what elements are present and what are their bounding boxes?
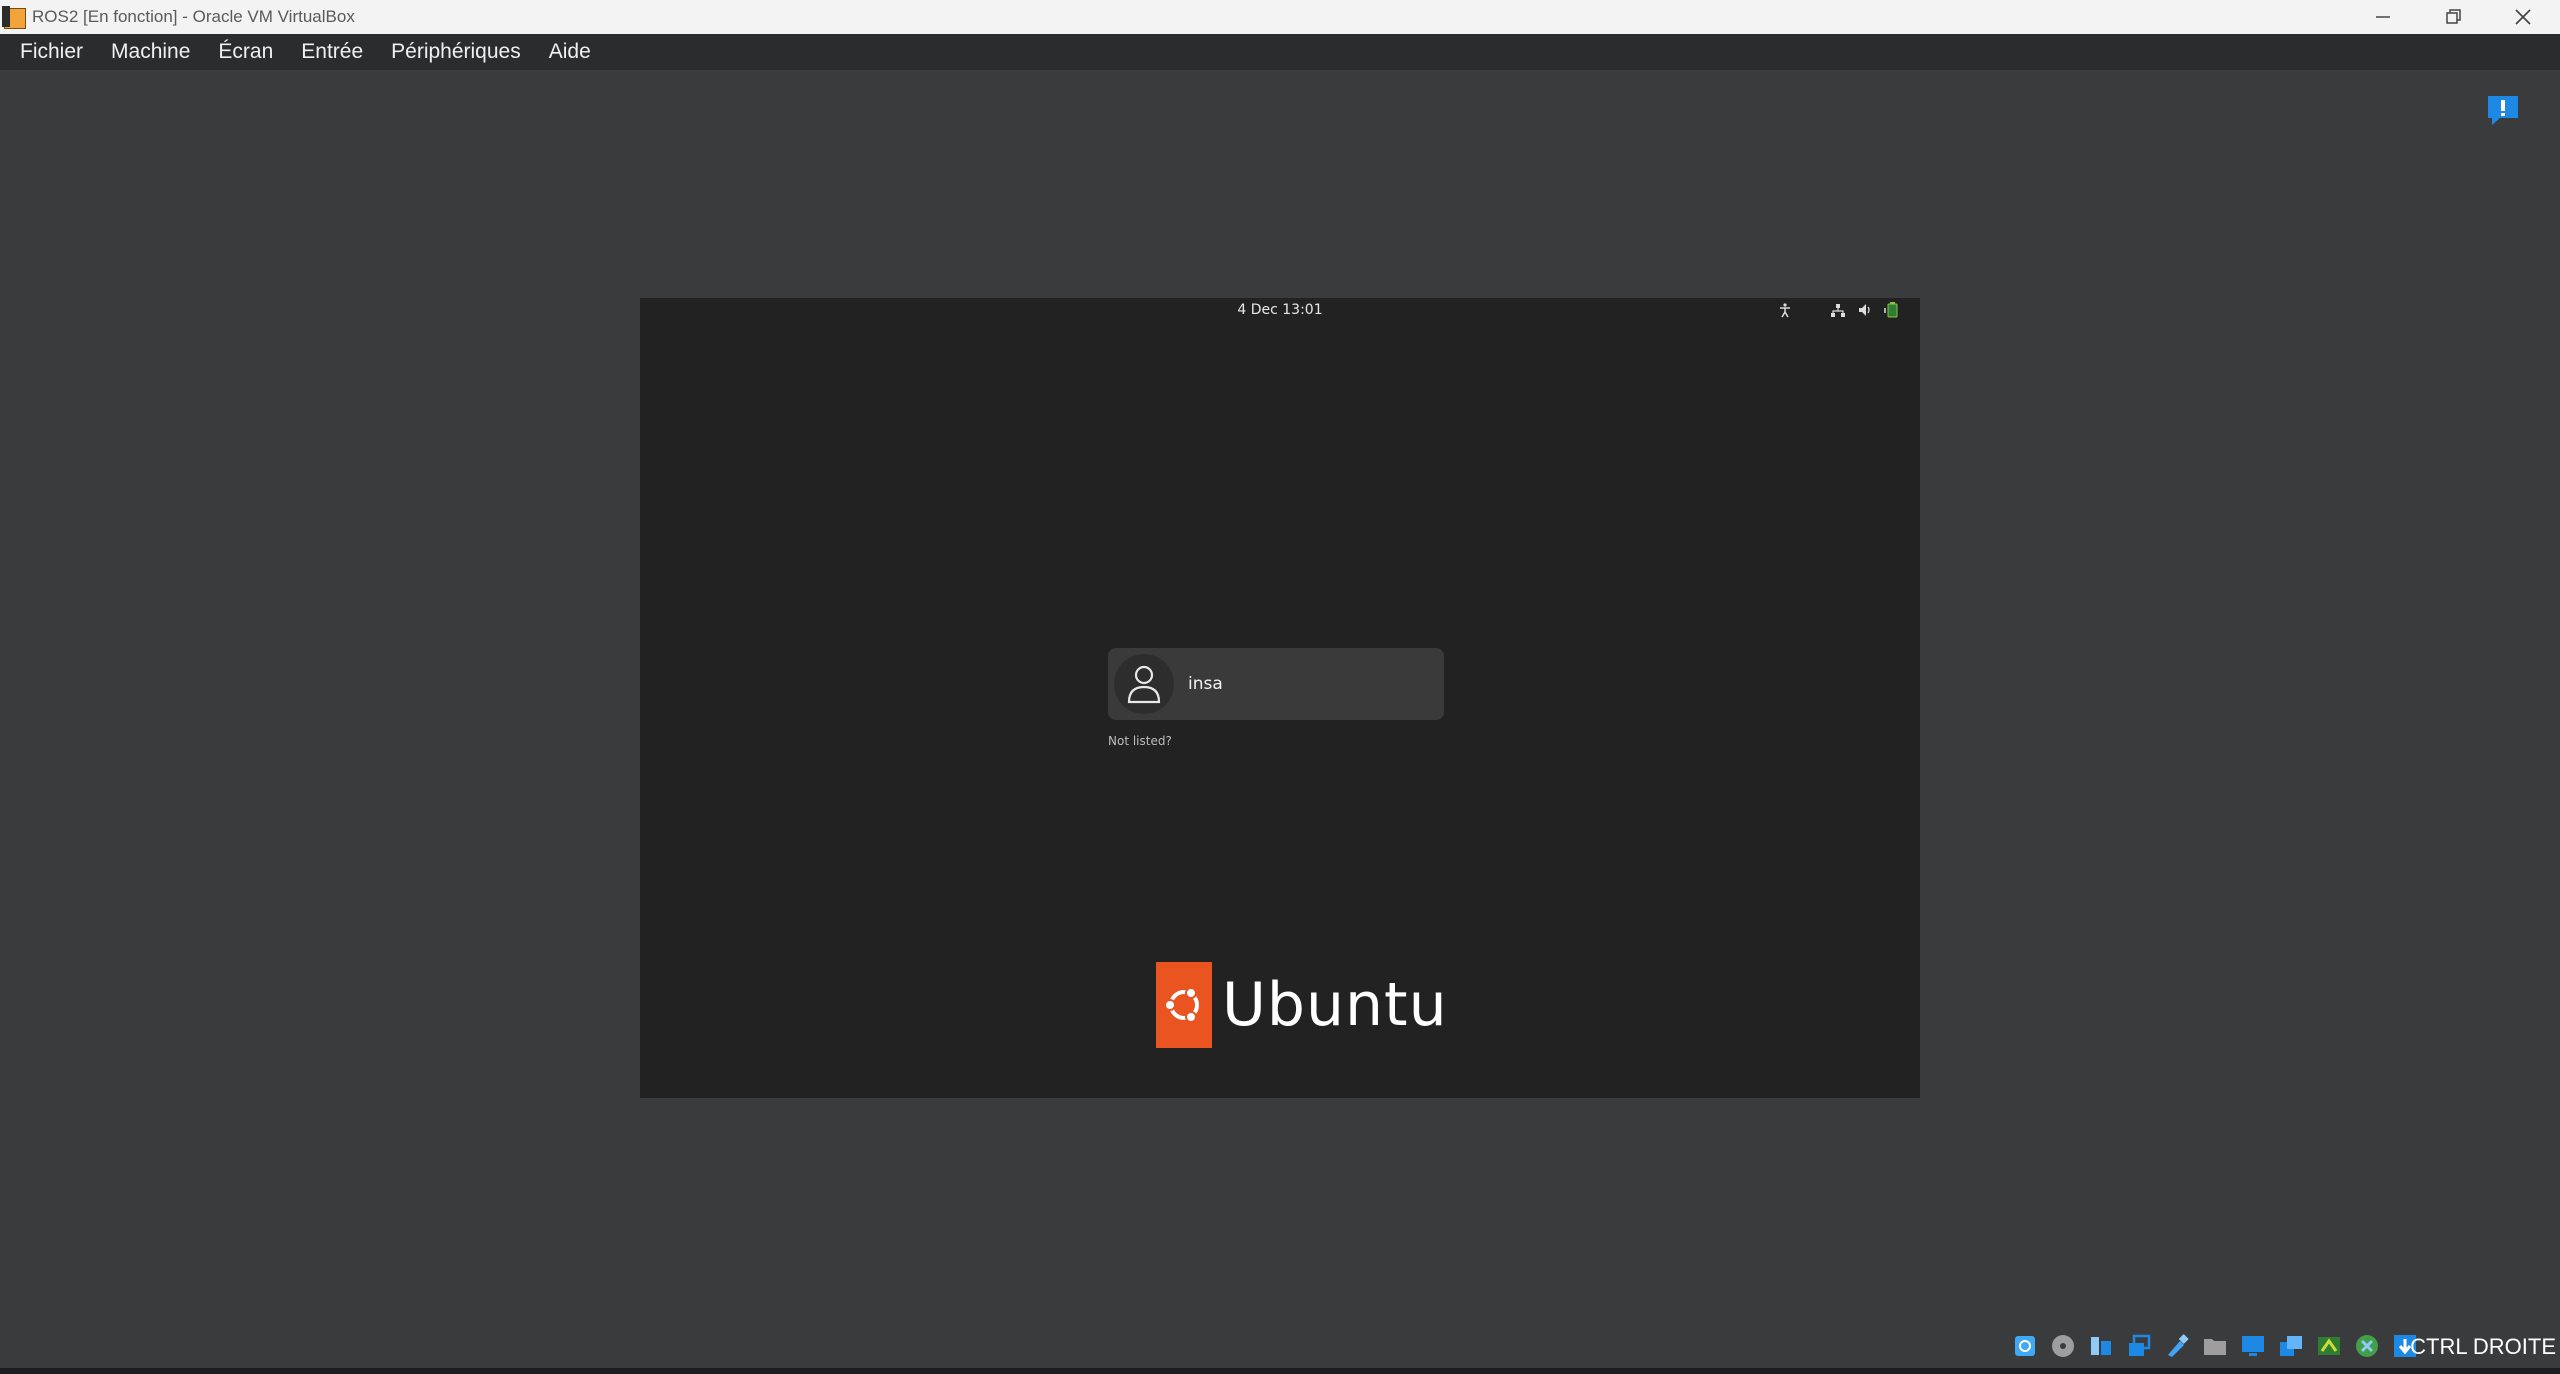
mouse-integration-icon[interactable] [2352, 1331, 2382, 1361]
ubuntu-logo: Ubuntu [1156, 962, 1448, 1048]
menu-bar: Fichier Machine Écran Entrée Périphériqu… [0, 34, 2560, 70]
host-key-label: CTRL DROITE [2410, 1334, 2556, 1359]
info-notification-icon[interactable] [2486, 94, 2520, 126]
audio-icon[interactable] [2086, 1331, 2116, 1361]
battery-icon[interactable] [1884, 302, 1900, 318]
volume-icon[interactable] [1857, 302, 1873, 318]
vm-screen[interactable]: 4 Dec 13:01 insa Not listed? Ubuntu [640, 298, 1920, 1098]
user-card[interactable]: insa [1108, 648, 1444, 720]
vm-status-bar: CTRL DROITE [0, 1326, 2560, 1366]
usb-icon[interactable] [2162, 1331, 2192, 1361]
network-icon[interactable] [1830, 302, 1846, 318]
ubuntu-circle-of-friends-icon [1156, 962, 1212, 1048]
not-listed-link[interactable]: Not listed? [1108, 734, 1172, 748]
close-icon [2515, 9, 2531, 25]
recording-icon[interactable] [2314, 1331, 2344, 1361]
window-title: ROS2 [En fonction] - Oracle VM VirtualBo… [32, 7, 355, 26]
display-icon[interactable] [2238, 1331, 2268, 1361]
window-titlebar: ROS2 [En fonction] - Oracle VM VirtualBo… [0, 0, 2560, 34]
menu-fichier[interactable]: Fichier [0, 40, 97, 64]
shared-folders-icon[interactable] [2200, 1331, 2230, 1361]
optical-drive-icon[interactable] [2048, 1331, 2078, 1361]
vm-clock[interactable]: 4 Dec 13:01 [640, 302, 1920, 318]
bottom-edge [0, 1368, 2560, 1374]
hard-disk-icon[interactable] [2010, 1331, 2040, 1361]
menu-ecran[interactable]: Écran [204, 40, 287, 64]
user-icon [1127, 665, 1161, 704]
accessibility-icon[interactable] [1777, 302, 1793, 318]
close-button[interactable] [2488, 0, 2558, 34]
network-adapters-icon[interactable] [2124, 1331, 2154, 1361]
minimize-button[interactable] [2348, 0, 2418, 34]
video-capture-icon[interactable] [2276, 1331, 2306, 1361]
ubuntu-wordmark: Ubuntu [1222, 970, 1448, 1040]
menu-machine[interactable]: Machine [97, 40, 204, 64]
restore-button[interactable] [2418, 0, 2488, 34]
virtualbox-icon [2, 5, 26, 29]
status-icons [2010, 1328, 2420, 1364]
user-avatar [1114, 654, 1174, 714]
menu-peripheriques[interactable]: Périphériques [377, 40, 535, 64]
minimize-icon [2376, 16, 2390, 18]
menu-entree[interactable]: Entrée [287, 40, 377, 64]
restore-icon [2446, 9, 2461, 24]
user-name: insa [1188, 674, 1223, 694]
menu-aide[interactable]: Aide [535, 40, 605, 64]
